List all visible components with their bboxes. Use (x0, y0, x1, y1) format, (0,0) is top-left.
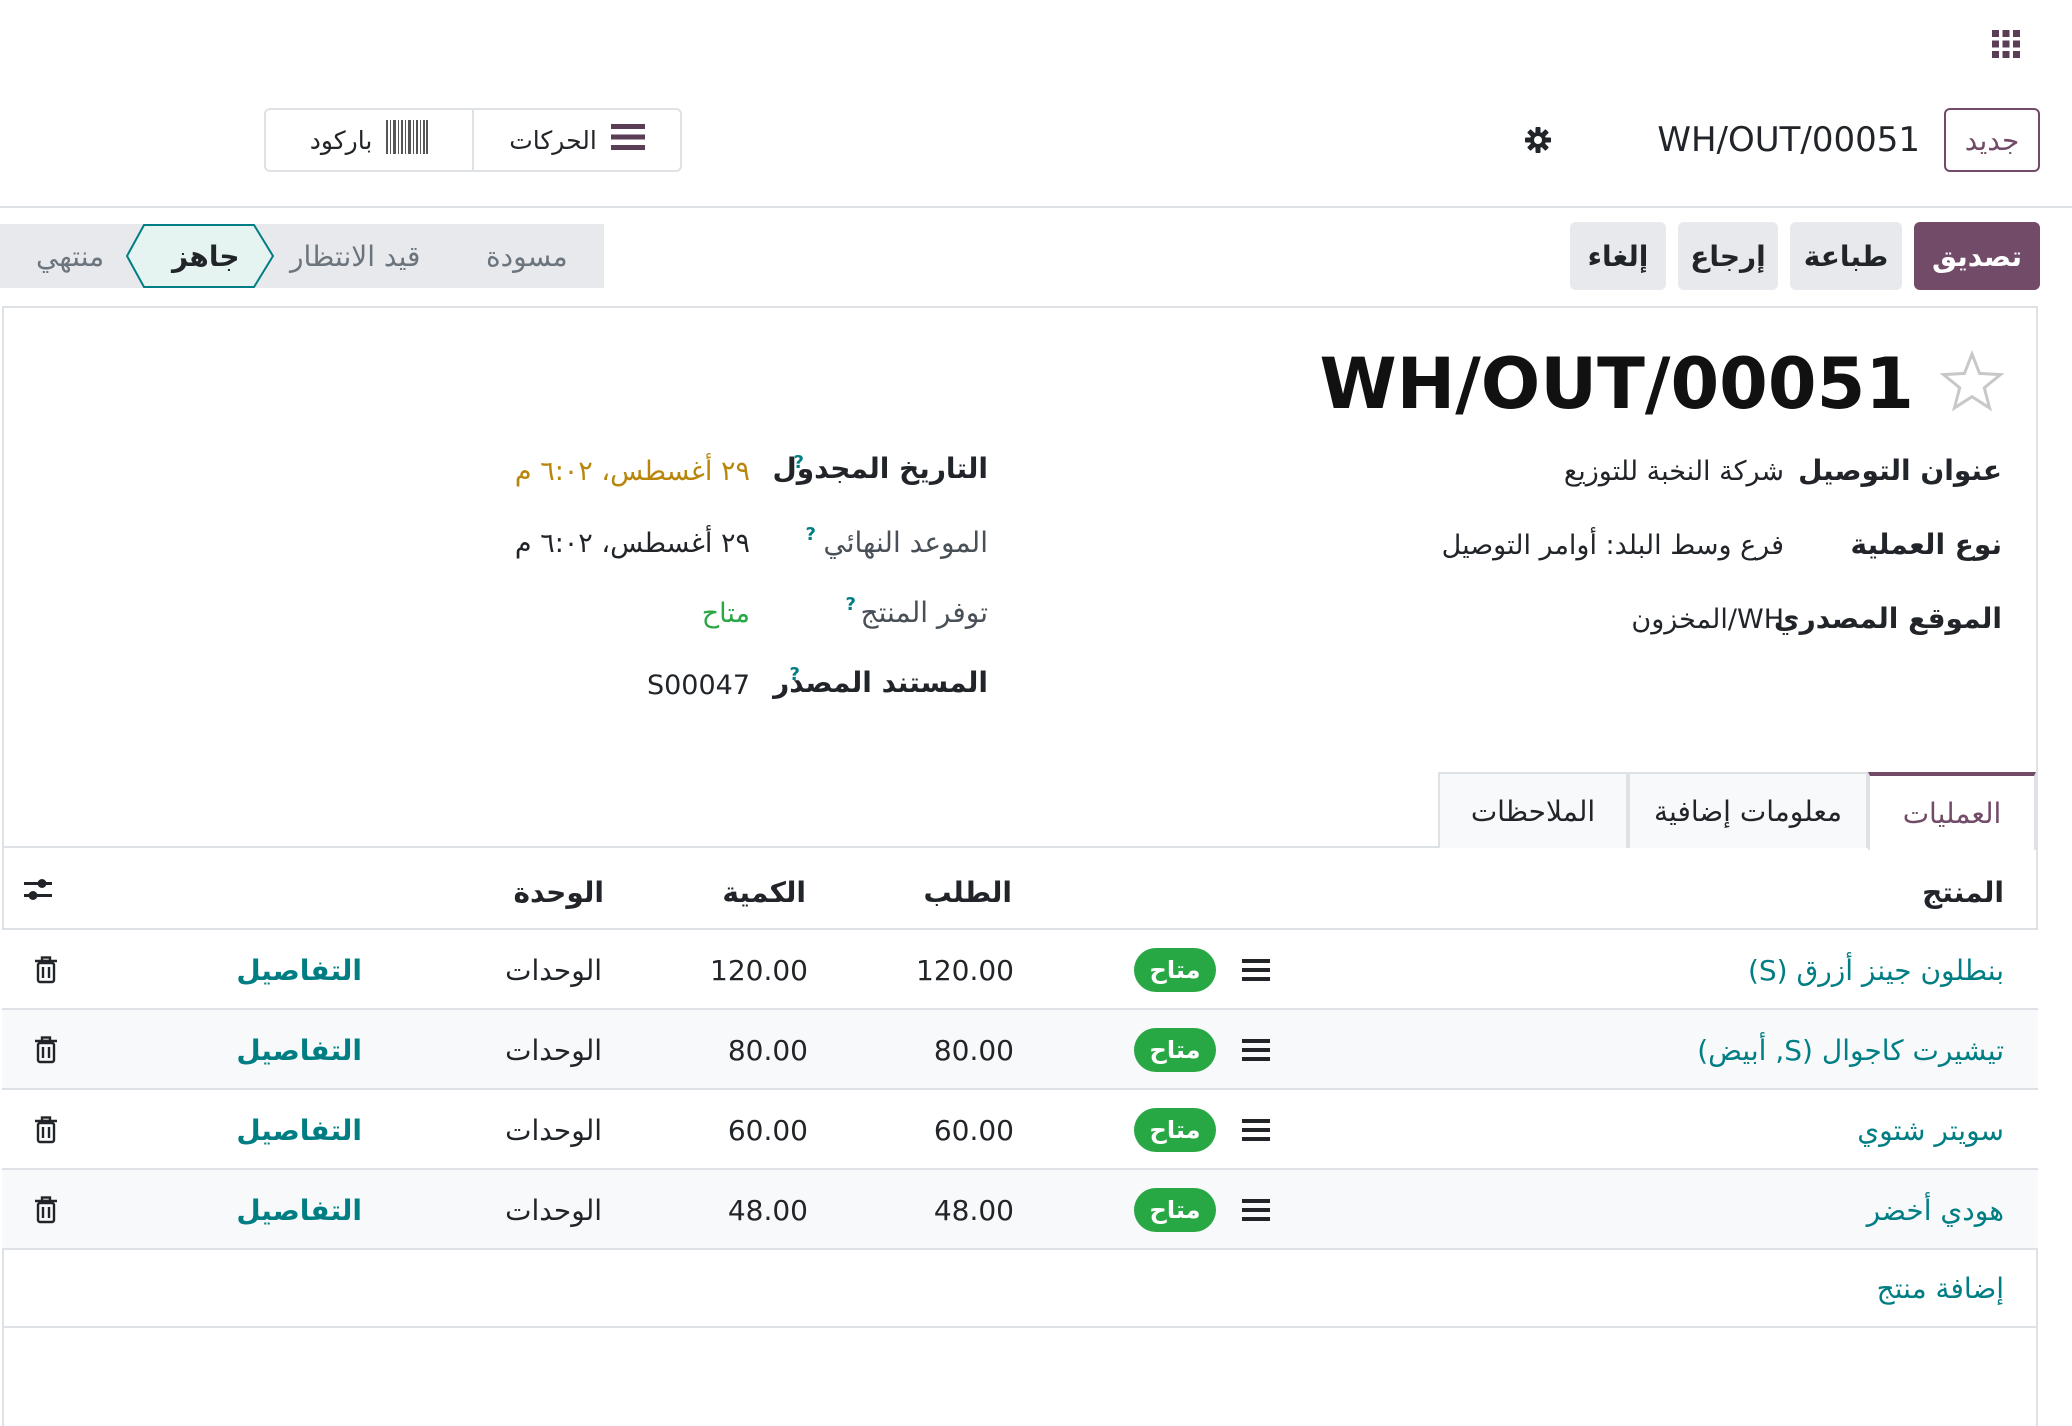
column-demand[interactable]: الطلب (924, 870, 1012, 914)
source-location-value[interactable]: WH/المخزون (1631, 604, 1784, 635)
demand-cell: 60.00 (933, 1113, 1014, 1147)
product-link[interactable]: تيشيرت كاجوال (S, أبيض) (1697, 1010, 2004, 1090)
gear-icon[interactable] (1524, 126, 1552, 154)
source-document-label: المستند المصدر (773, 666, 988, 699)
demand-cell: 80.00 (933, 1033, 1014, 1067)
status-badge: متاح (1134, 1108, 1216, 1152)
help-icon[interactable]: ? (794, 452, 804, 473)
tab-operations[interactable]: العمليات (1868, 772, 2036, 850)
unit-cell: الوحدات (505, 1033, 602, 1067)
column-product[interactable]: المنتج (1922, 870, 2004, 914)
divider (2, 1248, 2038, 1250)
help-icon[interactable]: ? (806, 524, 816, 545)
product-link[interactable]: هودي أخضر (1867, 1170, 2004, 1250)
help-icon[interactable]: ? (846, 594, 856, 615)
unit-cell: الوحدات (505, 953, 602, 987)
divider (0, 206, 2072, 208)
deadline-value: ٢٩ أغسطس، ٦:٠٢ م (514, 528, 750, 559)
star-icon[interactable] (1939, 349, 2005, 414)
status-badge-label: متاح (1134, 1028, 1216, 1072)
status-badge: متاح (1134, 1188, 1216, 1232)
stage-waiting[interactable]: قيد الانتظار (290, 224, 420, 288)
barcode-label: باركود (309, 125, 373, 155)
apps-menu-icon[interactable] (1990, 28, 2022, 60)
print-button[interactable]: طباعة (1790, 222, 1902, 290)
moves-label: الحركات (509, 125, 597, 155)
trash-icon[interactable] (34, 1036, 58, 1064)
return-button[interactable]: إرجاع (1678, 222, 1778, 290)
product-availability-value: متاح (701, 598, 750, 629)
operation-type-value[interactable]: فرع وسط البلد: أوامر التوصيل (1442, 530, 1784, 561)
trash-icon[interactable] (34, 956, 58, 984)
list-icon[interactable] (1242, 1196, 1270, 1224)
deadline-label: الموعد النهائي (823, 526, 988, 559)
trash-icon[interactable] (34, 1196, 58, 1224)
list-icon[interactable] (1242, 1036, 1270, 1064)
unit-cell: الوحدات (505, 1193, 602, 1227)
demand-cell: 120.00 (916, 953, 1014, 987)
breadcrumb-record: WH/OUT/00051 (1657, 120, 1920, 160)
delivery-address-label: عنوان التوصيل (1798, 454, 2002, 487)
details-button[interactable]: التفاصيل (236, 1010, 362, 1090)
status-badge-label: متاح (1134, 1188, 1216, 1232)
smart-buttons: الحركات باركود (264, 108, 682, 172)
scheduled-date-value[interactable]: ٢٩ أغسطس، ٦:٠٢ م (515, 456, 750, 487)
quantity-cell[interactable]: 48.00 (728, 1170, 808, 1250)
add-product-link[interactable]: إضافة منتج (1877, 1248, 2004, 1328)
details-button[interactable]: التفاصيل (236, 930, 362, 1010)
help-icon[interactable]: ? (790, 664, 800, 685)
status-badge: متاح (1134, 948, 1216, 992)
barcode-button[interactable]: باركود (266, 110, 474, 170)
demand-cell: 48.00 (933, 1193, 1014, 1227)
product-link[interactable]: سويتر شتوي (1857, 1090, 2004, 1170)
cancel-button[interactable]: إلغاء (1570, 222, 1666, 290)
moves-button[interactable]: الحركات (474, 110, 680, 170)
quantity-cell[interactable]: 120.00 (710, 930, 808, 1010)
stage-done[interactable]: منتهي (36, 224, 104, 288)
list-icon[interactable] (1242, 1116, 1270, 1144)
details-button[interactable]: التفاصيل (236, 1170, 362, 1250)
stage-ready[interactable]: جاهز (172, 224, 240, 288)
source-document-value[interactable]: S00047 (647, 670, 750, 701)
column-quantity[interactable]: الكمية (722, 870, 806, 914)
list-icon[interactable] (1242, 956, 1270, 984)
stage-draft[interactable]: مسودة (486, 224, 568, 288)
tab-notes[interactable]: الملاحظات (1438, 772, 1628, 848)
status-badge-label: متاح (1134, 948, 1216, 992)
trash-icon[interactable] (34, 1116, 58, 1144)
new-button[interactable]: جديد (1944, 108, 2040, 172)
status-badge-label: متاح (1134, 1108, 1216, 1152)
operation-type-label: نوع العملية (1850, 528, 2002, 561)
column-unit[interactable]: الوحدة (513, 870, 604, 914)
delivery-address-value[interactable]: شركة النخبة للتوزيع (1564, 456, 1784, 487)
confirm-button[interactable]: تصديق (1914, 222, 2040, 290)
record-title: WH/OUT/00051 (1319, 343, 1914, 425)
barcode-icon (386, 120, 429, 160)
source-location-label: الموقع المصدري (1773, 602, 2002, 635)
scheduled-date-label: التاريخ المجدول (772, 452, 988, 485)
quantity-cell[interactable]: 80.00 (728, 1010, 808, 1090)
tab-additional-info[interactable]: معلومات إضافية (1628, 772, 1868, 848)
optional-columns-icon[interactable] (22, 874, 54, 906)
status-badge: متاح (1134, 1028, 1216, 1072)
divider (2, 1326, 2038, 1328)
details-button[interactable]: التفاصيل (236, 1090, 362, 1170)
list-icon (610, 122, 645, 158)
quantity-cell[interactable]: 60.00 (728, 1090, 808, 1170)
product-link[interactable]: بنطلون جينز أزرق (S) (1748, 930, 2004, 1010)
unit-cell: الوحدات (505, 1113, 602, 1147)
product-availability-label: توفر المنتج (860, 596, 988, 629)
